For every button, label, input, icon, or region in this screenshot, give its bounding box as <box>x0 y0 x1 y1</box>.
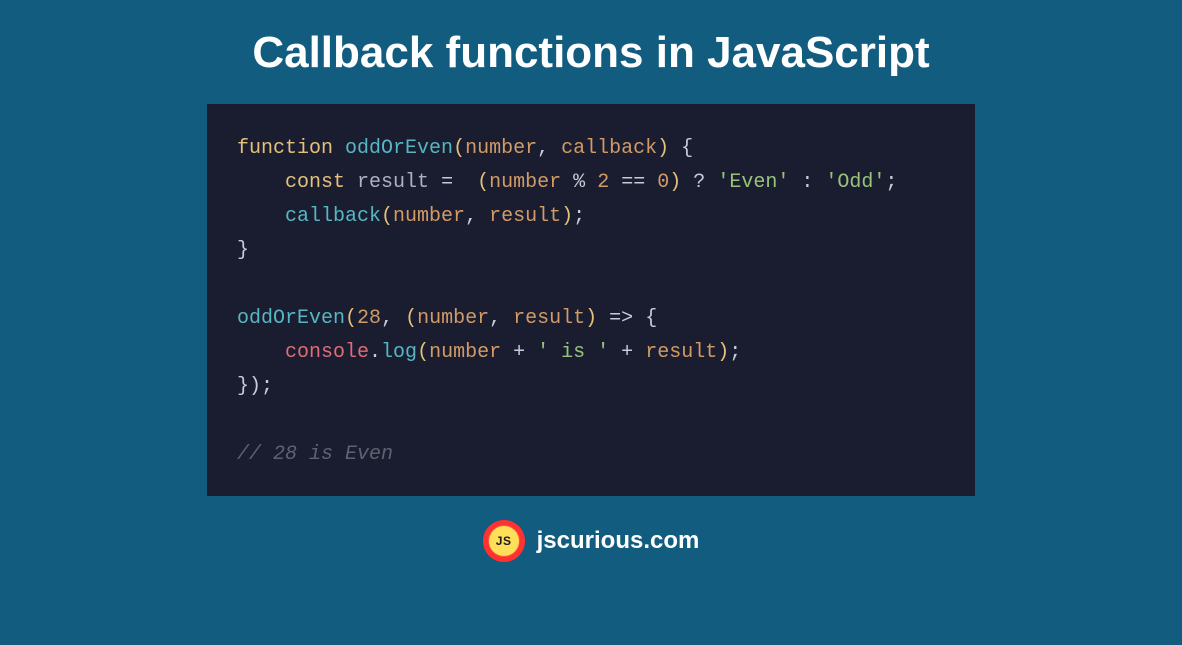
code-token: number <box>465 137 537 160</box>
site-logo-icon: JS <box>483 520 525 562</box>
code-token: % <box>573 171 585 194</box>
code-token: = <box>441 171 453 194</box>
code-token: => <box>609 307 633 330</box>
page-title: Callback functions in JavaScript <box>252 28 929 78</box>
code-token: 'Odd' <box>825 171 885 194</box>
code-token: number <box>489 171 561 194</box>
footer: JS jscurious.com <box>483 520 700 562</box>
code-token: ' is ' <box>537 341 609 364</box>
code-comment: // 28 is Even <box>237 443 393 466</box>
code-token: number <box>393 205 465 228</box>
code-token: callback <box>285 205 381 228</box>
code-token: 2 <box>597 171 609 194</box>
code-token: == <box>621 171 645 194</box>
code-token: result <box>513 307 585 330</box>
code-token: result <box>489 205 561 228</box>
code-token: 'Even' <box>717 171 789 194</box>
code-token: const <box>285 171 345 194</box>
code-token: console <box>285 341 369 364</box>
code-token: callback <box>561 137 657 160</box>
code-token: oddOrEven <box>345 137 453 160</box>
code-token: log <box>381 341 417 364</box>
code-token: result <box>357 171 429 194</box>
code-token: 28 <box>357 307 381 330</box>
code-token: result <box>645 341 717 364</box>
code-token: : <box>801 171 813 194</box>
code-snippet: function oddOrEven(number, callback) { c… <box>207 104 975 496</box>
site-name: jscurious.com <box>537 527 700 555</box>
code-token: number <box>417 307 489 330</box>
code-token: oddOrEven <box>237 307 345 330</box>
code-token: 0 <box>657 171 669 194</box>
code-token: function <box>237 137 333 160</box>
code-token: number <box>429 341 501 364</box>
code-token: ? <box>693 171 705 194</box>
